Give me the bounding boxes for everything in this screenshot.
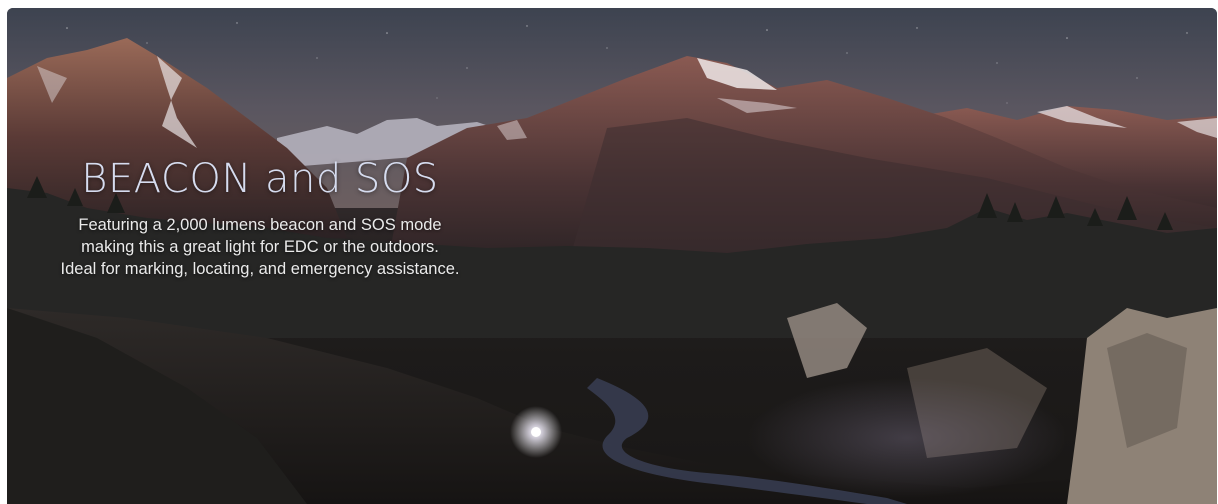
- hero-banner: BEACON and SOS Featuring a 2,000 lumens …: [7, 8, 1217, 504]
- hero-title: BEACON and SOS: [81, 156, 439, 202]
- hero-line-3: Ideal for marking, locating, and emergen…: [60, 260, 460, 278]
- hero-line-2: making this a great light for EDC or the…: [81, 238, 439, 256]
- hero-description: Featuring a 2,000 lumens beacon and SOS …: [25, 214, 495, 280]
- mist: [747, 378, 1067, 498]
- beacon-core: [531, 427, 541, 437]
- hero-copy: BEACON and SOS Featuring a 2,000 lumens …: [25, 158, 495, 280]
- hero-line-1: Featuring a 2,000 lumens beacon and SOS …: [78, 216, 442, 234]
